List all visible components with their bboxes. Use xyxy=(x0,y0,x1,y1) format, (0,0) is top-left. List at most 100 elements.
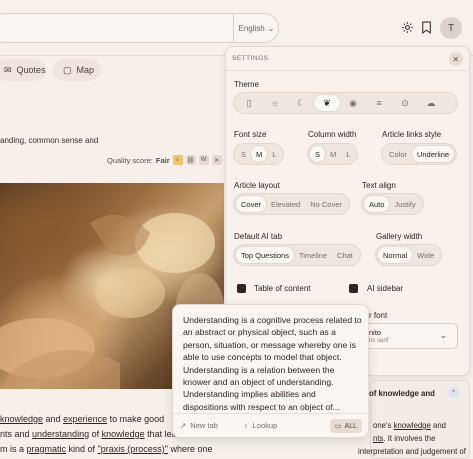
ai-tab-option-chat[interactable]: Chat xyxy=(332,247,358,263)
column-width-selector: SML xyxy=(307,143,359,165)
column-width-option-m[interactable]: M xyxy=(325,146,341,162)
language-select[interactable]: English ⌄ xyxy=(233,13,279,43)
phone-icon[interactable]: ▯ xyxy=(236,95,262,111)
gear-icon[interactable] xyxy=(399,19,415,35)
links-style-option-color[interactable]: Color xyxy=(384,146,412,162)
column-width-label: Column width xyxy=(308,130,357,139)
article-link[interactable]: pragmatic xyxy=(27,444,67,454)
quality-score: Quality score: Fair ☼ ⛓ W ✕ xyxy=(107,155,222,165)
article-text: kind of xyxy=(66,444,98,454)
all-label: ALL xyxy=(344,422,357,430)
window-icon: ▭ xyxy=(334,423,342,430)
moon-icon[interactable]: ☾ xyxy=(288,95,314,111)
gallery-option-wide[interactable]: Wide xyxy=(412,247,439,263)
ai-tab-label: Default AI tab xyxy=(234,232,283,241)
link-badge-icon[interactable]: ⛓ xyxy=(185,155,196,165)
font-size-option-l[interactable]: L xyxy=(267,146,281,162)
ai-tab-option-top-questions[interactable]: Top Questions xyxy=(236,247,294,263)
all-toggle[interactable]: ▭ ALL xyxy=(329,419,362,433)
sun-icon[interactable]: ☼ xyxy=(262,95,288,111)
x-badge-icon[interactable]: ✕ xyxy=(211,155,222,165)
tab-quotes[interactable]: ✉ Quotes xyxy=(0,59,46,81)
article-link[interactable]: experience xyxy=(63,414,107,424)
layout-option-elevated[interactable]: Elevated xyxy=(266,196,305,212)
gallery-label: Gallery width xyxy=(376,232,423,241)
definition-popup: Understanding is a cognitive process rel… xyxy=(172,304,370,438)
new-tab-label: New tab xyxy=(190,421,218,430)
chevron-down-icon: ⌄ xyxy=(267,23,275,33)
leaf-icon[interactable]: ❦ xyxy=(314,95,340,111)
article-line-3: m is a pragmatic kind of "praxis (proces… xyxy=(0,444,213,454)
bookmark-icon[interactable] xyxy=(418,19,434,35)
avatar-letter: T xyxy=(447,22,455,34)
article-link[interactable]: knowledge xyxy=(102,429,145,439)
font-select[interactable]: nito ns serif ⌄ xyxy=(360,323,458,349)
toc-checkbox[interactable] xyxy=(237,284,246,293)
avatar[interactable]: T xyxy=(440,17,462,39)
sidebar-card-line-3: interpretation and judgement of xyxy=(358,447,466,456)
theme-selector: ▯ ☼ ☾ ❦ ◉ ≡ ⊙ ☁ xyxy=(233,92,458,114)
cloud-icon[interactable]: ☁ xyxy=(418,95,444,111)
layout-option-no-cover[interactable]: No Cover xyxy=(305,196,347,212)
article-line-1: knowledge and experience to make good xyxy=(0,414,164,424)
article-intro-line: anding, common sense and xyxy=(0,136,99,145)
new-tab-button[interactable]: ↗ New tab xyxy=(180,421,218,430)
layout-label: Article layout xyxy=(234,181,280,190)
column-width-option-l[interactable]: L xyxy=(341,146,355,162)
article-link[interactable]: knowledge xyxy=(0,414,43,424)
lookup-button[interactable]: ♁ Lookup xyxy=(243,421,277,430)
gallery-option-normal[interactable]: Normal xyxy=(378,247,413,263)
ai-tab-option-timeline[interactable]: Timeline xyxy=(294,247,332,263)
tab-map-label: Map xyxy=(76,65,95,75)
column-width-option-s[interactable]: S xyxy=(310,146,326,162)
sidebar-card-title: of knowledge and xyxy=(369,389,435,398)
toc-label: Table of content xyxy=(254,284,311,293)
article-text: nts and xyxy=(0,429,33,439)
text-align-option-auto[interactable]: Auto xyxy=(364,196,390,212)
bulb-icon: ♁ xyxy=(243,421,249,430)
links-style-option-underline[interactable]: Underline xyxy=(411,146,455,162)
layout-option-cover[interactable]: Cover xyxy=(236,196,267,212)
quality-value: Fair xyxy=(155,155,170,165)
sidebar-card-line-1: one's knowledge and xyxy=(373,421,447,430)
eye-icon[interactable]: ◉ xyxy=(340,95,366,111)
links-style-selector: Color Underline xyxy=(381,143,458,165)
download-icon[interactable]: ⊙ xyxy=(392,95,418,111)
font-size-option-s[interactable]: S xyxy=(236,146,251,162)
article-text: to make good xyxy=(107,414,165,424)
tab-map[interactable]: ▢ Map xyxy=(53,59,101,81)
font-label: r font xyxy=(369,311,388,320)
quality-label: Quality score: xyxy=(107,155,153,165)
settings-title: SETTINGS xyxy=(232,55,269,62)
tab-quotes-label: Quotes xyxy=(16,65,46,75)
text-align-label: Text align xyxy=(362,181,396,190)
popup-text: Understanding is a cognitive process rel… xyxy=(183,315,362,412)
map-icon: ▢ xyxy=(63,64,72,75)
chevron-up-icon[interactable]: ⌃ xyxy=(448,387,459,398)
article-text: m is a xyxy=(0,444,27,454)
lookup-label: Lookup xyxy=(252,421,278,430)
ai-tab-selector: Top Questions Timeline Chat xyxy=(233,244,361,266)
theme-label: Theme xyxy=(234,80,259,89)
font-value: nito xyxy=(369,328,382,337)
ai-sidebar-label: AI sidebar xyxy=(367,284,404,293)
font-size-label: Font size xyxy=(234,130,267,139)
bars-icon[interactable]: ≡ xyxy=(366,95,392,111)
external-link-icon: ↗ xyxy=(180,421,187,430)
article-text: of xyxy=(89,429,102,439)
popup-footer: ↗ New tab ♁ Lookup ▭ ALL xyxy=(173,413,370,437)
font-size-option-m[interactable]: M xyxy=(251,146,268,162)
close-icon[interactable]: ✕ xyxy=(449,52,463,66)
gallery-selector: Normal Wide xyxy=(375,244,443,266)
sun-badge-icon[interactable]: ☼ xyxy=(172,155,183,165)
article-link[interactable]: understanding xyxy=(32,429,89,439)
quote-icon: ✉ xyxy=(4,64,12,75)
text-align-option-justify[interactable]: Justify xyxy=(389,196,420,212)
ai-sidebar-checkbox[interactable] xyxy=(349,284,358,293)
font-size-selector: SML xyxy=(233,143,285,165)
ai-sidebar-card: of knowledge and ⌃ one's knowledge and n… xyxy=(358,380,470,459)
settings-header: SETTINGS ✕ xyxy=(226,47,469,71)
article-link[interactable]: "praxis (process)" xyxy=(98,444,168,454)
article-text: where one xyxy=(167,444,213,454)
wiki-badge-icon[interactable]: W xyxy=(198,155,209,165)
